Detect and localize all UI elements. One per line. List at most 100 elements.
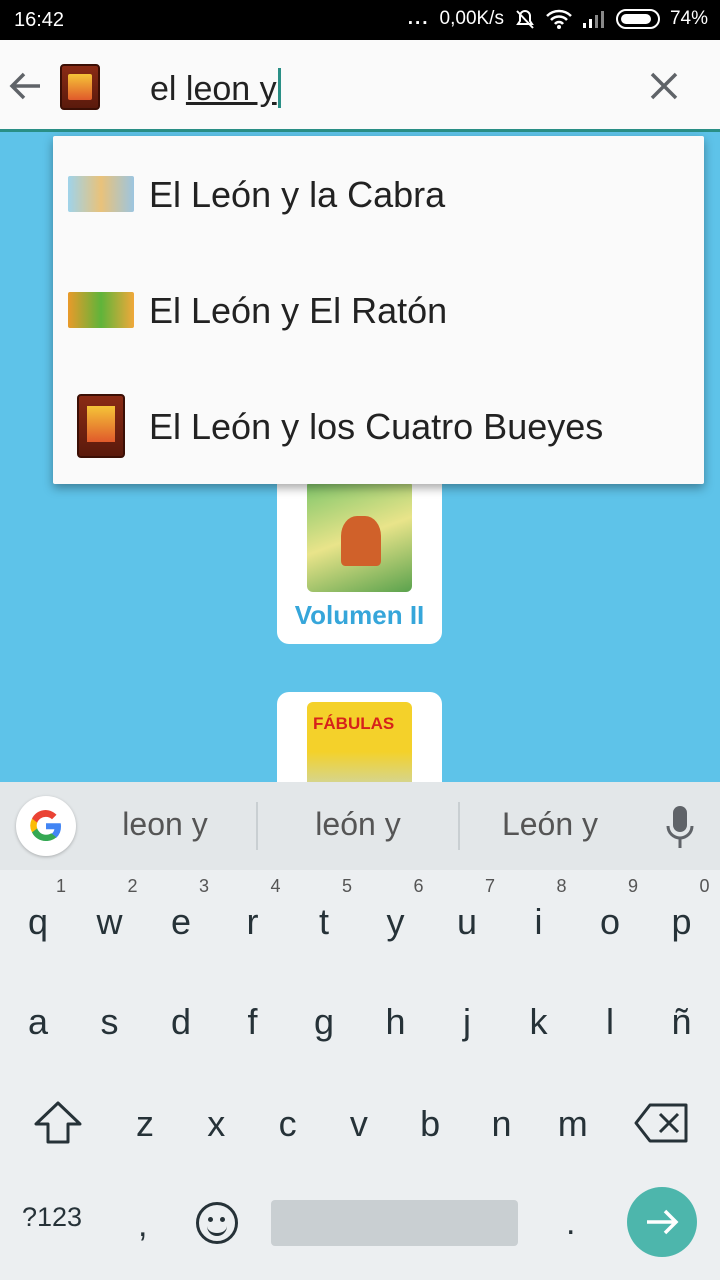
book-thumbnail-icon xyxy=(77,394,125,458)
word-suggestion[interactable]: león y xyxy=(263,806,453,843)
suggestion-label: El León y la Cabra xyxy=(149,174,446,215)
mic-icon[interactable] xyxy=(664,804,696,850)
backspace-icon[interactable] xyxy=(634,1102,690,1144)
key-label: ñ xyxy=(671,1001,692,1042)
back-arrow-icon[interactable] xyxy=(6,66,46,106)
key-l[interactable]: l xyxy=(580,982,640,1062)
key-x[interactable]: x xyxy=(186,1084,246,1164)
battery-icon xyxy=(615,9,660,29)
lion-thumbnail-icon xyxy=(68,292,134,328)
shift-icon[interactable] xyxy=(32,1100,84,1146)
key-label: a xyxy=(27,1001,49,1042)
key-label: p xyxy=(671,901,692,942)
key-label: o xyxy=(599,901,621,942)
key-label: z xyxy=(136,1103,154,1144)
suggestion-item[interactable]: El León y los Cuatro Bueyes xyxy=(53,368,704,484)
text-cursor xyxy=(277,68,281,108)
key-s[interactable]: s xyxy=(80,982,140,1062)
key-label: v xyxy=(349,1103,368,1144)
key-z[interactable]: z xyxy=(115,1084,175,1164)
key-c[interactable]: c xyxy=(258,1084,318,1164)
key-label: l xyxy=(606,1001,614,1042)
comma-key[interactable]: , xyxy=(138,1206,147,1245)
query-prefix: el xyxy=(150,70,186,108)
key-r[interactable]: r4 xyxy=(223,876,283,962)
key-label: r xyxy=(246,901,259,942)
space-bar[interactable] xyxy=(271,1200,518,1246)
app-icon xyxy=(60,64,100,110)
suggestion-label: El León y los Cuatro Bueyes xyxy=(149,406,604,447)
collection-cover-title: FÁBULAS xyxy=(313,714,395,733)
key-label: i xyxy=(534,901,543,942)
key-t[interactable]: t5 xyxy=(294,876,354,962)
status-time: 16:42 xyxy=(14,9,65,31)
suggestions-dropdown: El León y la Cabra El León y El Ratón El… xyxy=(53,136,704,484)
word-suggestion[interactable]: León y xyxy=(455,806,645,843)
key-label: f xyxy=(247,1001,258,1042)
key-label: g xyxy=(313,1001,335,1042)
key-label: u xyxy=(456,901,478,942)
key-hint: 0 xyxy=(699,876,710,896)
key-y[interactable]: y6 xyxy=(366,876,426,962)
symbols-key[interactable]: ?123 xyxy=(22,1202,82,1233)
volume-cover-image xyxy=(307,480,412,592)
key-label: n xyxy=(491,1103,512,1144)
key-h[interactable]: h xyxy=(366,982,426,1062)
query-composing: leon y xyxy=(185,70,277,108)
clear-icon[interactable] xyxy=(646,68,682,104)
suggestion-item[interactable]: El León y la Cabra xyxy=(53,136,704,252)
keyboard: leon y león y León y ?123 , . q1w2e3r4t5… xyxy=(0,782,720,1280)
volume-card[interactable]: Volumen II xyxy=(277,470,442,644)
goat-thumbnail-icon xyxy=(68,176,134,212)
key-ñ[interactable]: ñ xyxy=(652,982,712,1062)
key-label: y xyxy=(386,901,405,942)
key-label: q xyxy=(27,901,49,942)
key-label: w xyxy=(96,901,123,942)
key-label: b xyxy=(420,1103,441,1144)
key-w[interactable]: w2 xyxy=(80,876,140,962)
key-hint: 9 xyxy=(627,876,638,896)
search-bar: el leon y xyxy=(0,40,720,132)
key-e[interactable]: e3 xyxy=(151,876,211,962)
suggestion-item[interactable]: El León y El Ratón xyxy=(53,252,704,368)
key-i[interactable]: i8 xyxy=(509,876,569,962)
mute-bell-icon xyxy=(516,9,534,29)
key-label: d xyxy=(170,1001,192,1042)
key-g[interactable]: g xyxy=(294,982,354,1062)
enter-button[interactable] xyxy=(627,1187,697,1257)
keyboard-suggestion-strip: leon y león y León y xyxy=(0,782,720,870)
key-label: k xyxy=(529,1001,548,1042)
key-hint: 3 xyxy=(198,876,209,896)
key-q[interactable]: q1 xyxy=(8,876,68,962)
period-key[interactable]: . xyxy=(566,1204,575,1243)
key-n[interactable]: n xyxy=(472,1084,532,1164)
key-p[interactable]: p0 xyxy=(652,876,712,962)
key-hint: 4 xyxy=(270,876,281,896)
key-u[interactable]: u7 xyxy=(437,876,497,962)
key-hint: 2 xyxy=(127,876,138,896)
key-label: h xyxy=(385,1001,406,1042)
signal-icon xyxy=(582,11,604,28)
word-suggestion[interactable]: leon y xyxy=(70,806,260,843)
status-bar: 16:42 ... 0,00K/s 74% xyxy=(0,0,720,40)
search-input[interactable]: el leon y xyxy=(150,68,281,109)
key-f[interactable]: f xyxy=(223,982,283,1062)
key-hint: 7 xyxy=(484,876,495,896)
net-speed: 0,00K/s xyxy=(439,8,504,29)
key-j[interactable]: j xyxy=(437,982,497,1062)
status-indicators: ... 0,00K/s 74% xyxy=(408,8,708,30)
key-label: x xyxy=(207,1103,226,1144)
key-label: c xyxy=(278,1103,297,1144)
wifi-icon xyxy=(546,9,572,29)
key-d[interactable]: d xyxy=(151,982,211,1062)
key-label: m xyxy=(557,1103,588,1144)
key-k[interactable]: k xyxy=(509,982,569,1062)
key-v[interactable]: v xyxy=(329,1084,389,1164)
google-icon[interactable] xyxy=(16,796,76,856)
key-a[interactable]: a xyxy=(8,982,68,1062)
key-m[interactable]: m xyxy=(543,1084,603,1164)
emoji-icon[interactable] xyxy=(196,1202,238,1244)
key-label: s xyxy=(100,1001,119,1042)
key-o[interactable]: o9 xyxy=(580,876,640,962)
key-b[interactable]: b xyxy=(400,1084,460,1164)
